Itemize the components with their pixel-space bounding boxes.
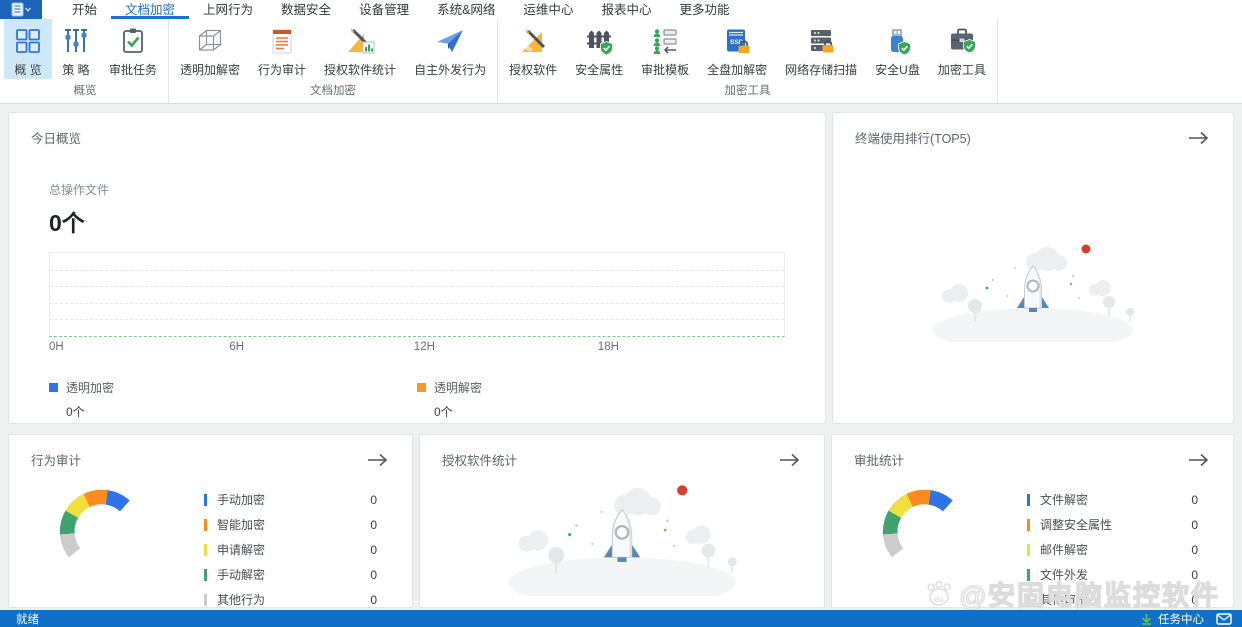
- card-arrow-button[interactable]: [1187, 452, 1211, 468]
- tab-start[interactable]: 开始: [58, 0, 111, 19]
- card-terminal-rank: 终端使用排行(TOP5): [832, 112, 1234, 424]
- legend-item[interactable]: 调整安全属性 0: [1027, 516, 1198, 533]
- card-title: 授权软件统计: [442, 454, 518, 468]
- authorized-software-stats-icon: [344, 23, 376, 59]
- overview-grid-icon: [13, 23, 43, 59]
- tab-system-network[interactable]: 系统&网络: [423, 0, 509, 19]
- message-icon[interactable]: [1216, 612, 1232, 625]
- tab-document-encryption[interactable]: 文档加密: [111, 0, 190, 19]
- ribbon-button-transparent-crypt[interactable]: 透明加解密: [171, 19, 249, 79]
- ribbon-group-label: 加密工具: [724, 85, 771, 97]
- ribbon-group-label: 概览: [73, 85, 97, 97]
- card-authorized-software-stats: 授权软件统计: [419, 434, 825, 608]
- legend-item[interactable]: 文件解密 0: [1027, 491, 1198, 508]
- statusbar: 就绪 任务中心: [0, 610, 1242, 627]
- rocket-empty-state-illustration: [507, 484, 738, 596]
- security-attribute-icon: [584, 23, 614, 59]
- ribbon-button-security-attribute[interactable]: 安全属性: [566, 19, 632, 79]
- card-title: 终端使用排行(TOP5): [855, 132, 971, 146]
- legend-item[interactable]: 邮件解密 0: [1027, 541, 1198, 558]
- tab-internet-behavior[interactable]: 上网行为: [189, 0, 267, 19]
- legend-item[interactable]: 其他行为 0: [204, 591, 377, 608]
- ribbon-button-authorized-software[interactable]: 授权软件: [500, 19, 566, 79]
- transparent-crypt-cube-icon: [195, 23, 225, 59]
- card-title: 行为审计: [31, 454, 82, 468]
- network-storage-scan-icon: [806, 23, 836, 59]
- legend-marker: [49, 383, 58, 392]
- outgoing-paper-plane-icon: [434, 23, 466, 59]
- ribbon-button-full-disk-crypt[interactable]: SSD 全盘加解密: [698, 19, 776, 79]
- card-approval-stats: 审批统计 文件解密 0 调整安全属性 0 邮件解密 0 文件外发 0 其他审批 …: [831, 434, 1234, 608]
- approval-task-clipboard-icon: [118, 23, 148, 59]
- approval-stats-gauge-chart: [882, 489, 953, 558]
- card-behavior-audit: 行为审计 手动加密 0 智能加密 0 申请解密 0 手动解密 0 其他行为 0: [8, 434, 413, 608]
- ribbon-button-authorized-software-stats[interactable]: 授权软件统计: [315, 19, 405, 79]
- card-arrow-button[interactable]: [1187, 130, 1211, 146]
- ribbon-group-overview: 概 览 策 略 审批任务 概览: [2, 19, 170, 103]
- dashboard: 今日概览 总操作文件 0个 0H 6H 12H 18H 透明加密 0个 透明解密…: [0, 104, 1242, 616]
- legend-item[interactable]: 手动解密 0: [204, 566, 377, 583]
- legend-item-transparent-encrypt[interactable]: 透明加密 0个: [49, 379, 417, 420]
- ribbon-button-network-storage-scan[interactable]: 网络存储扫描: [776, 19, 866, 79]
- tab-device-management[interactable]: 设备管理: [345, 0, 423, 19]
- policy-sliders-icon: [61, 23, 91, 59]
- card-arrow-button[interactable]: [366, 452, 390, 468]
- tab-ops-center[interactable]: 运维中心: [509, 0, 587, 19]
- ribbon-button-secure-usb[interactable]: 安全U盘: [866, 19, 929, 79]
- app-menu-button[interactable]: [0, 0, 42, 19]
- ribbon-button-approval-tasks[interactable]: 审批任务: [100, 19, 166, 79]
- ribbon-button-crypt-tools[interactable]: 加密工具: [929, 19, 995, 79]
- secure-usb-icon: [882, 23, 912, 59]
- crypt-tools-icon: [947, 23, 977, 59]
- legend-item[interactable]: 其他审批 0: [1027, 591, 1198, 608]
- hourly-area-chart: [49, 252, 785, 337]
- ribbon-group-document-encryption: 透明加解密 行为审计 授权软件统计 自主外发行为 文档加密: [169, 19, 499, 103]
- ribbon-toolbar: 概 览 策 略 审批任务 概览 透明加解密 行为审计 授权软件统计 自主外发行为…: [0, 19, 1242, 104]
- menubar: 开始 文档加密 上网行为 数据安全 设备管理 系统&网络 运维中心 报表中心 更…: [0, 0, 1242, 19]
- legend-item[interactable]: 智能加密 0: [204, 516, 377, 533]
- legend-item-transparent-decrypt[interactable]: 透明解密 0个: [417, 379, 785, 420]
- task-center-button[interactable]: 任务中心: [1141, 611, 1232, 627]
- legend-item[interactable]: 申请解密 0: [204, 541, 377, 558]
- behavior-audit-gauge-chart: [59, 489, 130, 558]
- ribbon-group-encryption-tools: 授权软件 安全属性 审批模板 SSD 全盘加解密 网络存储扫描 安全U盘 加密工…: [498, 19, 998, 103]
- download-arrow-icon: [1141, 613, 1152, 625]
- ribbon-group-label: 文档加密: [310, 85, 357, 97]
- ribbon-button-approval-template[interactable]: 审批模板: [632, 19, 698, 79]
- full-disk-crypt-icon: SSD: [722, 23, 752, 59]
- card-arrow-button[interactable]: [778, 452, 802, 468]
- ribbon-button-overview[interactable]: 概 览: [4, 19, 52, 79]
- tab-report-center[interactable]: 报表中心: [587, 0, 665, 19]
- status-text: 就绪: [16, 613, 39, 626]
- card-title: 今日概览: [31, 132, 82, 146]
- menu-tabs: 开始 文档加密 上网行为 数据安全 设备管理 系统&网络 运维中心 报表中心 更…: [58, 0, 743, 19]
- legend-item[interactable]: 文件外发 0: [1027, 566, 1198, 583]
- authorized-software-icon: [518, 23, 548, 59]
- ribbon-button-outgoing-behavior[interactable]: 自主外发行为: [405, 19, 495, 79]
- stat-label: 总操作文件: [49, 183, 110, 197]
- ribbon-button-behavior-audit[interactable]: 行为审计: [249, 19, 315, 79]
- legend-item[interactable]: 手动加密 0: [204, 491, 377, 508]
- card-title: 审批统计: [854, 454, 905, 468]
- ribbon-button-policy[interactable]: 策 略: [52, 19, 100, 79]
- card-today-overview: 今日概览 总操作文件 0个 0H 6H 12H 18H 透明加密 0个 透明解密…: [8, 112, 826, 424]
- rocket-empty-state-illustration: [932, 243, 1135, 342]
- app-menu-icon: [11, 2, 32, 17]
- x-axis-labels: 0H 6H 12H 18H: [49, 341, 619, 353]
- approval-template-icon: [650, 23, 680, 59]
- legend-marker: [417, 383, 426, 392]
- stat-value: 0个: [49, 210, 85, 236]
- tab-data-security[interactable]: 数据安全: [267, 0, 345, 19]
- behavior-audit-doc-icon: [267, 23, 297, 59]
- tab-more-functions[interactable]: 更多功能: [665, 0, 743, 19]
